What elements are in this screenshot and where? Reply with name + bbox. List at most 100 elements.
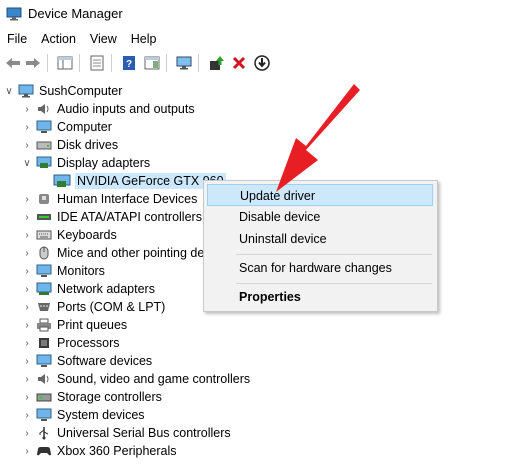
toolbar-separator bbox=[166, 54, 167, 72]
toolbar: ? bbox=[0, 51, 505, 75]
show-hide-console-tree-icon[interactable] bbox=[55, 53, 75, 73]
chevron-right-icon[interactable]: › bbox=[22, 136, 32, 154]
back-arrow-icon[interactable] bbox=[3, 53, 23, 73]
window-title: Device Manager bbox=[28, 6, 123, 21]
computer-icon bbox=[17, 83, 35, 99]
monitor-icon bbox=[35, 263, 53, 279]
svg-text:?: ? bbox=[126, 59, 132, 70]
toolbar-separator bbox=[79, 54, 80, 72]
tree-item-label: Human Interface Devices bbox=[57, 192, 198, 206]
tree-item-label: Monitors bbox=[57, 264, 105, 278]
speaker-icon bbox=[35, 101, 53, 117]
tree-item-label: Display adapters bbox=[57, 156, 151, 170]
chevron-right-icon[interactable]: › bbox=[22, 118, 32, 136]
tree-item-label: Disk drives bbox=[57, 138, 119, 152]
tree-item-label: Audio inputs and outputs bbox=[57, 102, 195, 116]
properties-icon[interactable] bbox=[87, 53, 107, 73]
network-adapter-icon bbox=[35, 281, 53, 297]
chevron-right-icon[interactable]: › bbox=[22, 226, 32, 244]
tree-item[interactable]: › Sound, video and game controllers bbox=[22, 370, 250, 388]
tree-item-nvidia-geforce[interactable]: NVIDIA GeForce GTX 960 bbox=[50, 172, 226, 190]
tree-item-label: Mice and other pointing de bbox=[57, 246, 205, 260]
context-menu-separator bbox=[236, 254, 432, 255]
properties-menu-item[interactable]: Properties bbox=[207, 286, 433, 308]
menu-action[interactable]: Action bbox=[34, 29, 83, 49]
tree-item-label: Universal Serial Bus controllers bbox=[57, 426, 231, 440]
chevron-right-icon[interactable]: › bbox=[22, 352, 32, 370]
update-driver-icon[interactable] bbox=[206, 53, 226, 73]
tree-item[interactable]: › System devices bbox=[22, 406, 145, 424]
chevron-right-icon[interactable]: › bbox=[22, 370, 32, 388]
tree-item[interactable]: › Storage controllers bbox=[22, 388, 162, 406]
tree-root-label: SushComputer bbox=[39, 84, 123, 98]
menu-file[interactable]: File bbox=[0, 29, 34, 49]
tree-item[interactable]: › Computer bbox=[22, 118, 112, 136]
chevron-right-icon[interactable]: › bbox=[22, 208, 32, 226]
disk-drive-icon bbox=[35, 137, 53, 153]
tree-item-label: System devices bbox=[57, 408, 145, 422]
monitor-icon[interactable] bbox=[174, 53, 194, 73]
tree-item-label: Storage controllers bbox=[57, 390, 162, 404]
gamepad-icon bbox=[35, 443, 53, 459]
tree-item[interactable]: › Keyboards bbox=[22, 226, 117, 244]
menu-bar: File Action View Help bbox=[0, 29, 164, 49]
printer-icon bbox=[35, 317, 53, 333]
scan-hardware-menu-item[interactable]: Scan for hardware changes bbox=[207, 257, 433, 279]
tree-item[interactable]: › Mice and other pointing de bbox=[22, 244, 204, 262]
title-bar: Device Manager bbox=[0, 0, 505, 27]
tree-item[interactable]: › Human Interface Devices bbox=[22, 190, 197, 208]
tree-item[interactable]: › IDE ATA/ATAPI controllers bbox=[22, 208, 202, 226]
context-menu: Update driver Disable device Uninstall d… bbox=[203, 180, 438, 312]
tree-item-label: Keyboards bbox=[57, 228, 117, 242]
tree-item-label: Xbox 360 Peripherals bbox=[57, 444, 177, 458]
action-pane-icon[interactable] bbox=[142, 53, 162, 73]
ide-controller-icon bbox=[35, 209, 53, 225]
keyboard-icon bbox=[35, 227, 53, 243]
tree-item[interactable]: › Audio inputs and outputs bbox=[22, 100, 195, 118]
forward-arrow-icon[interactable] bbox=[23, 53, 43, 73]
tree-item[interactable]: › Universal Serial Bus controllers bbox=[22, 424, 231, 442]
tree-item[interactable]: ∨ Display adapters bbox=[22, 154, 150, 172]
help-icon[interactable]: ? bbox=[119, 53, 139, 73]
update-driver-menu-item[interactable]: Update driver bbox=[207, 184, 433, 206]
tree-item[interactable]: › Print queues bbox=[22, 316, 127, 334]
chevron-right-icon[interactable]: › bbox=[22, 262, 32, 280]
chevron-right-icon[interactable]: › bbox=[22, 190, 32, 208]
menu-view[interactable]: View bbox=[83, 29, 124, 49]
tree-item-label: Network adapters bbox=[57, 282, 155, 296]
uninstall-device-menu-item[interactable]: Uninstall device bbox=[207, 228, 433, 250]
software-device-icon bbox=[35, 353, 53, 369]
tree-item[interactable]: › Monitors bbox=[22, 262, 105, 280]
chevron-down-icon[interactable]: ∨ bbox=[4, 82, 14, 100]
menu-help[interactable]: Help bbox=[124, 29, 164, 49]
chevron-right-icon[interactable]: › bbox=[22, 280, 32, 298]
toolbar-separator bbox=[47, 54, 48, 72]
chevron-down-icon[interactable]: ∨ bbox=[22, 154, 32, 172]
port-icon bbox=[35, 299, 53, 315]
tree-item[interactable]: › Network adapters bbox=[22, 280, 155, 298]
tree-item[interactable]: › Ports (COM & LPT) bbox=[22, 298, 165, 316]
disable-download-icon[interactable] bbox=[252, 53, 272, 73]
uninstall-icon[interactable] bbox=[229, 53, 249, 73]
chevron-right-icon[interactable]: › bbox=[22, 316, 32, 334]
computer-icon bbox=[35, 119, 53, 135]
hid-icon bbox=[35, 191, 53, 207]
display-adapter-icon bbox=[35, 155, 53, 171]
chevron-right-icon[interactable]: › bbox=[22, 298, 32, 316]
chevron-right-icon[interactable]: › bbox=[22, 244, 32, 262]
tree-item-label: Sound, video and game controllers bbox=[57, 372, 251, 386]
tree-root[interactable]: ∨ SushComputer bbox=[4, 82, 122, 100]
chevron-right-icon[interactable]: › bbox=[22, 442, 32, 460]
tree-item[interactable]: › Software devices bbox=[22, 352, 152, 370]
context-menu-separator bbox=[236, 283, 432, 284]
disable-device-menu-item[interactable]: Disable device bbox=[207, 206, 433, 228]
sound-icon bbox=[35, 371, 53, 387]
tree-item[interactable]: › Xbox 360 Peripherals bbox=[22, 442, 177, 460]
tree-item[interactable]: › Processors bbox=[22, 334, 119, 352]
chevron-right-icon[interactable]: › bbox=[22, 334, 32, 352]
chevron-right-icon[interactable]: › bbox=[22, 388, 32, 406]
chevron-right-icon[interactable]: › bbox=[22, 424, 32, 442]
tree-item[interactable]: › Disk drives bbox=[22, 136, 118, 154]
chevron-right-icon[interactable]: › bbox=[22, 406, 32, 424]
chevron-right-icon[interactable]: › bbox=[22, 100, 32, 118]
